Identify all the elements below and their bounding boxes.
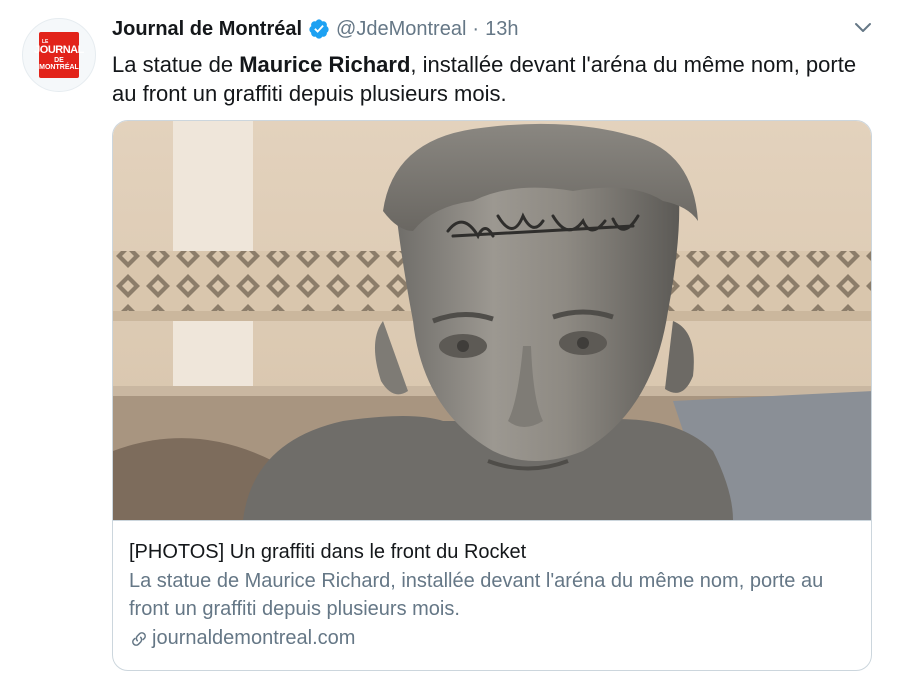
logo-text-main: JOURNAL <box>34 43 84 56</box>
card-body[interactable]: [PHOTOS] Un graffiti dans le front du Ro… <box>113 520 871 670</box>
chevron-down-icon[interactable] <box>854 22 872 34</box>
card-description: La statue de Maurice Richard, installée … <box>129 570 824 620</box>
statue-photo[interactable] <box>113 121 872 520</box>
author-name[interactable]: Journal de Montréal <box>112 18 302 41</box>
tweet-header: Journal de Montréal @JdeMontreal · 13h <box>112 16 518 42</box>
author-handle[interactable]: @JdeMontreal <box>336 18 466 41</box>
logo-text-sub: DE MONTRÉAL <box>39 56 79 71</box>
card-title[interactable]: [PHOTOS] Un graffiti dans le front du Ro… <box>129 539 857 565</box>
card-domain[interactable]: journaldemontreal.com <box>129 627 857 650</box>
separator-dot: · <box>472 17 480 40</box>
tweet-text: La statue de Maurice Richard, installée … <box>112 50 882 108</box>
verified-badge-icon <box>308 18 330 40</box>
card-domain-text[interactable]: journaldemontreal.com <box>152 627 355 650</box>
tweet-text-bold: Maurice Richard <box>239 52 411 77</box>
link-icon <box>132 631 146 646</box>
link-card[interactable]: [PHOTOS] Un graffiti dans le front du Ro… <box>112 120 872 671</box>
avatar[interactable]: LE JOURNAL DE MONTRÉAL <box>22 18 96 92</box>
tweet-text-part: La statue de <box>112 52 240 77</box>
journal-logo-icon: LE JOURNAL DE MONTRÉAL <box>34 32 84 78</box>
tweet-timestamp[interactable]: 13h <box>485 18 518 41</box>
